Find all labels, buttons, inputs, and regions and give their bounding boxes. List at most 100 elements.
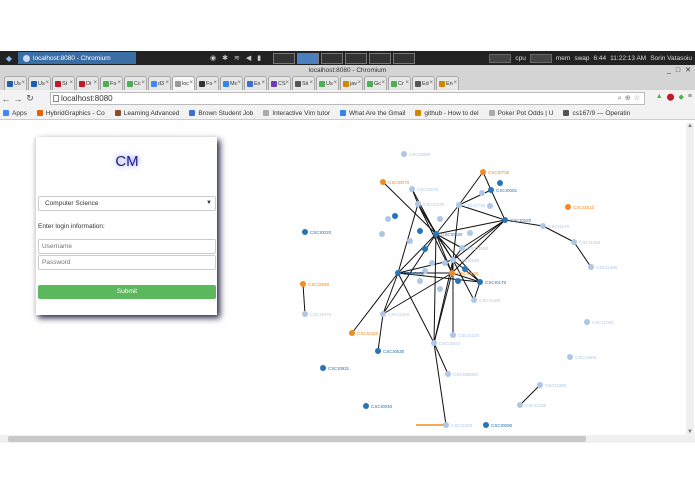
graph-node-cluster[interactable]: [407, 238, 413, 244]
wifi-icon[interactable]: ≋: [234, 54, 240, 62]
workspace-1[interactable]: [273, 52, 296, 64]
graph-node[interactable]: [588, 264, 594, 270]
vertical-scrollbar[interactable]: ▲ ▼: [686, 123, 694, 435]
browser-tab[interactable]: Us ×: [28, 76, 51, 90]
graph-node[interactable]: [445, 371, 451, 377]
graph-node[interactable]: [565, 204, 571, 210]
browser-tab[interactable]: Gc ×: [364, 76, 387, 90]
forward-icon[interactable]: →: [12, 94, 24, 104]
graph-node[interactable]: [443, 422, 449, 428]
workspace-5[interactable]: [369, 52, 392, 64]
chrome-menu-icon[interactable]: ≡: [688, 93, 692, 101]
tab-close-icon[interactable]: ×: [141, 80, 145, 86]
tab-close-icon[interactable]: ×: [21, 80, 25, 86]
browser-tab[interactable]: Cc ×: [124, 76, 147, 90]
tab-close-icon[interactable]: ×: [165, 80, 169, 86]
bookmark-item[interactable]: What Are the Gmail: [340, 110, 405, 117]
graph-node-cluster[interactable]: [467, 230, 473, 236]
workspace-3[interactable]: [321, 52, 344, 64]
browser-tab[interactable]: Ed ×: [412, 76, 435, 90]
clock[interactable]: 11:22:13 AM: [610, 55, 646, 62]
horizontal-scrollbar[interactable]: [0, 435, 695, 443]
graph-node-cluster[interactable]: [417, 278, 423, 284]
graph-node[interactable]: [449, 270, 455, 276]
browser-tab[interactable]: Us ×: [316, 76, 339, 90]
tab-close-icon[interactable]: ×: [189, 80, 193, 86]
graph-node[interactable]: [380, 311, 386, 317]
power-icon[interactable]: ▮: [257, 54, 261, 62]
minimize-icon[interactable]: _: [667, 65, 671, 76]
bookmark-star-icon[interactable]: ☆: [634, 93, 640, 104]
graph-node[interactable]: [302, 229, 308, 235]
tab-close-icon[interactable]: ×: [285, 80, 289, 86]
graph-node-cluster[interactable]: [392, 213, 398, 219]
graph-node[interactable]: [477, 279, 483, 285]
graph-node[interactable]: [450, 257, 456, 263]
graph-node-cluster[interactable]: [417, 228, 423, 234]
graph-node-cluster[interactable]: [442, 260, 448, 266]
graph-node-cluster[interactable]: [487, 203, 493, 209]
graph-node[interactable]: [375, 348, 381, 354]
workspace-4[interactable]: [345, 52, 368, 64]
browser-tab[interactable]: Fo ×: [100, 76, 123, 90]
bookmark-item[interactable]: github - How to del: [415, 110, 479, 117]
submit-button[interactable]: Submit: [38, 285, 216, 299]
username-input[interactable]: [38, 239, 216, 254]
graph-node[interactable]: [300, 281, 306, 287]
bookmark-item[interactable]: Learning Advanced: [114, 110, 179, 117]
extension-green-icon[interactable]: ▲: [656, 93, 663, 101]
graph-node[interactable]: [302, 311, 308, 317]
graph-node-cluster[interactable]: [385, 216, 391, 222]
graph-node[interactable]: [488, 187, 494, 193]
graph-node[interactable]: [431, 340, 437, 346]
tab-close-icon[interactable]: ×: [429, 80, 433, 86]
tab-close-icon[interactable]: ×: [93, 80, 97, 86]
scroll-up-icon[interactable]: ▲: [687, 123, 693, 129]
tab-close-icon[interactable]: ×: [117, 80, 121, 86]
bluetooth-icon[interactable]: ✱: [222, 54, 228, 62]
browser-tab[interactable]: d3 ×: [148, 76, 171, 90]
graph-node[interactable]: [517, 402, 523, 408]
graph-node[interactable]: [480, 169, 486, 175]
bookmark-item[interactable]: cs167/9 — Operatin: [563, 110, 630, 117]
tab-close-icon[interactable]: ×: [333, 80, 337, 86]
address-bar[interactable]: localhost:8080 ⌕ ⊕ ☆: [50, 92, 645, 105]
app-menu-icon[interactable]: ◆: [0, 51, 18, 65]
graph-node[interactable]: [409, 186, 415, 192]
browser-tab[interactable]: Mc ×: [220, 76, 243, 90]
workspace-2[interactable]: [297, 52, 320, 64]
graph-node[interactable]: [540, 223, 546, 229]
graph-node[interactable]: [459, 245, 465, 251]
tab-close-icon[interactable]: ×: [261, 80, 265, 86]
bookmark-item[interactable]: Brown Student Job: [189, 110, 253, 117]
browser-tab[interactable]: Fo ×: [196, 76, 219, 90]
graph-node[interactable]: [471, 297, 477, 303]
graph-node[interactable]: [456, 202, 462, 208]
dropbox-icon[interactable]: ◉: [210, 54, 216, 62]
adblock-icon[interactable]: ⬤: [667, 93, 675, 101]
graph-node[interactable]: [537, 382, 543, 388]
department-select[interactable]: Computer Science ▼: [38, 196, 216, 211]
graph-node[interactable]: [401, 151, 407, 157]
graph-node[interactable]: [349, 330, 355, 336]
graph-node-cluster[interactable]: [437, 216, 443, 222]
volume-icon[interactable]: ◀: [246, 54, 251, 62]
graph-node[interactable]: [320, 365, 326, 371]
tab-close-icon[interactable]: ×: [381, 80, 385, 86]
bookmark-item[interactable]: Apps: [3, 110, 27, 117]
zoom-icon[interactable]: ⊕: [625, 93, 631, 104]
graph-node-cluster[interactable]: [455, 278, 461, 284]
workspace-6[interactable]: [393, 52, 416, 64]
tab-close-icon[interactable]: ×: [309, 80, 313, 86]
tab-close-icon[interactable]: ×: [453, 80, 457, 86]
tab-close-icon[interactable]: ×: [45, 80, 49, 86]
graph-node[interactable]: [433, 231, 439, 237]
graph-node[interactable]: [567, 354, 573, 360]
bookmark-item[interactable]: HybridGraphics - Co: [36, 110, 105, 117]
browser-tab[interactable]: Sii ×: [292, 76, 315, 90]
graph-node[interactable]: [571, 239, 577, 245]
graph-node-cluster[interactable]: [437, 286, 443, 292]
graph-node[interactable]: [502, 217, 508, 223]
tab-close-icon[interactable]: ×: [357, 80, 361, 86]
browser-tab[interactable]: En ×: [436, 76, 459, 90]
